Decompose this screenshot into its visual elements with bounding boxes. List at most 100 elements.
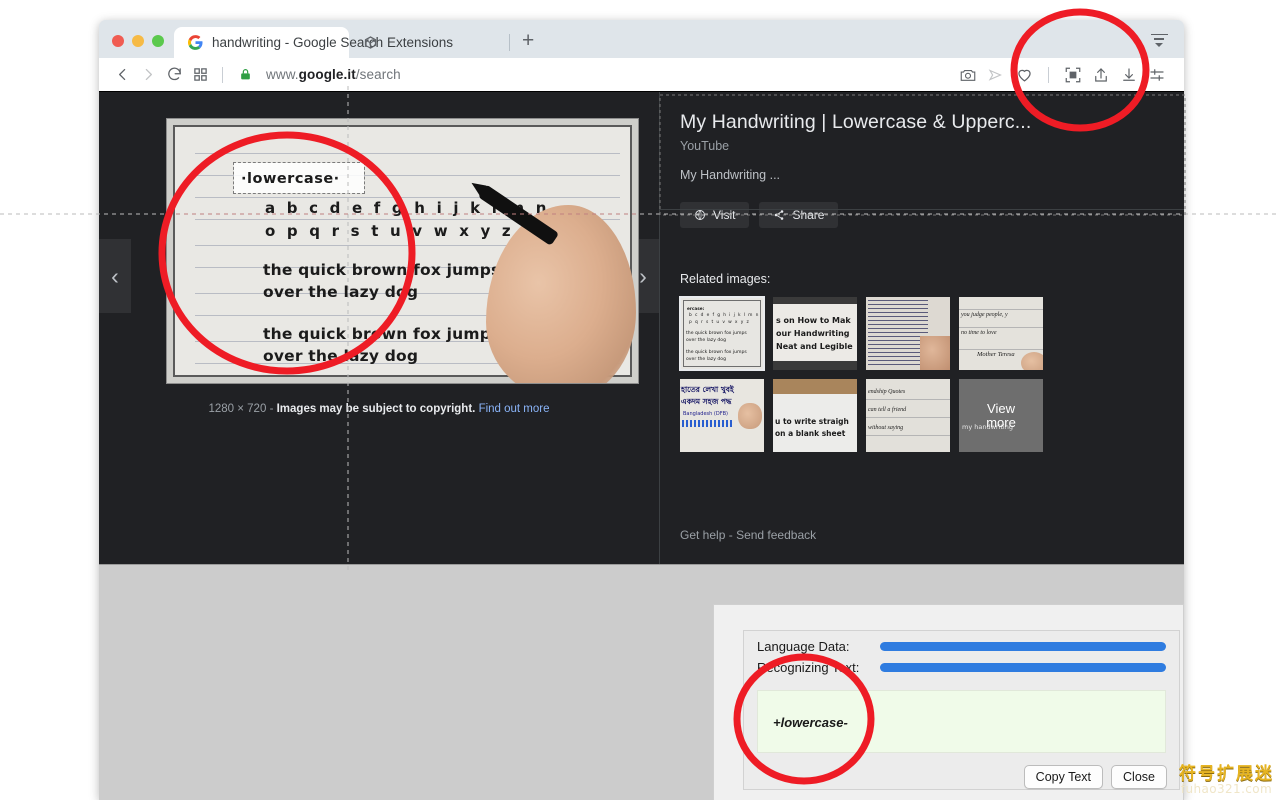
related-thumbnail-write-straight-blank-sheet[interactable]: u to write straigh on a blank sheet [773,379,857,452]
ocr-result-textarea[interactable]: +lowercase- [757,690,1166,753]
related-thumbnail-neat-legible-handwriting[interactable]: s on How to Mak our Handwriting Neat and… [773,297,857,370]
reload-icon[interactable] [161,62,187,88]
copy-text-button[interactable]: Copy Text [1024,765,1103,789]
visit-button[interactable]: Visit [680,202,749,228]
screenshot-capture-icon[interactable] [1060,62,1086,88]
thumb-line: no time to love [961,330,997,336]
previous-image-button[interactable]: ‹ [99,239,131,313]
related-thumbnail-dense-notes-page[interactable] [866,297,950,370]
thumb-line: b c d e f g h i j k l m n [689,313,759,318]
thumb-line: Mother Teresa [977,351,1015,358]
thumb-line: Neat and Legible [776,342,853,351]
viewer-info-pane: My Handwriting | Lowercase & Upperc... Y… [659,92,1184,564]
close-button[interactable]: Close [1111,765,1167,789]
share-nodes-icon [773,209,785,221]
minimize-window-button[interactable] [132,35,144,47]
share-button[interactable]: Share [759,202,838,228]
watermark: 符号扩展迷 fuhao321.com [1179,766,1274,796]
thumb-line: the quick brown fox jumps [686,331,747,336]
footer-separator: - [729,528,733,542]
image-alphabet-row-2: o p q r s t u v w x y z [265,222,514,240]
thumb-line: over the lazy dog [686,338,726,343]
thumb-line: ercase: [687,306,704,311]
back-chevron-icon[interactable] [109,62,135,88]
camera-icon[interactable] [955,62,981,88]
related-thumbnail-view-more[interactable]: my handwriting View more [959,379,1043,452]
address-bar[interactable]: www.google.it/search [266,67,401,82]
signature-pen-icon[interactable] [983,62,1009,88]
get-help-link[interactable]: Get help [680,528,725,542]
toolbar-divider [222,67,223,83]
window-controls[interactable] [99,35,174,58]
find-out-more-link[interactable]: Find out more [479,403,550,415]
related-images-heading: Related images: [680,272,1162,286]
forward-chevron-icon[interactable] [135,62,161,88]
result-subtitle: My Handwriting ... [680,168,1162,182]
google-logo-icon [188,35,203,50]
thumb-line: can tell a friend [868,407,906,413]
thumb-line: s on How to Mak [776,316,851,325]
maximize-window-button[interactable] [152,35,164,47]
heart-icon[interactable] [1011,62,1037,88]
thumb-line: endship Quotes [868,389,905,395]
dialog-buttons: Copy Text Close [744,753,1179,789]
related-thumbnail-cursive-mother-teresa-quote[interactable]: you judge people, y no time to love Moth… [959,297,1043,370]
share-label: Share [792,208,824,222]
thumb-line: u to write straigh [775,417,849,426]
hamburger-menu-icon[interactable] [1146,29,1172,51]
settings-sliders-icon[interactable] [1144,62,1170,88]
image-pangram-2-line-1: the quick brown fox jumps [263,325,500,343]
viewer-image-pane: ‹ › ·lowercase· [99,92,659,564]
send-feedback-link[interactable]: Send feedback [736,528,816,542]
result-title[interactable]: My Handwriting | Lowercase & Upperc... [680,110,1162,134]
result-actions: Visit Share [680,202,1162,228]
image-metadata: 1280 × 720 - Images may be subject to co… [99,403,659,415]
thumb-line: without saying [868,425,903,431]
related-images-grid: ercase: b c d e f g h i j k l m n p q r … [680,297,1162,452]
image-dimensions: 1280 × 720 [208,403,266,415]
close-window-button[interactable] [112,35,124,47]
extensions-box-icon [363,35,378,50]
handwriting-paper: ·lowercase· a b c d e f g h i j k l m n … [173,125,632,377]
padlock-icon[interactable] [232,62,258,88]
meta-separator: - [270,403,274,415]
view-more-line-2: more [986,416,1016,430]
thumb-line: over the lazy dog [686,357,726,362]
copyright-notice: Images may be subject to copyright. [277,403,476,415]
related-thumbnail-lowercase-alphabet-sheet[interactable]: ercase: b c d e f g h i j k l m n p q r … [680,297,764,370]
thumb-line: you judge people, y [961,312,1008,318]
progress-row-recognizing-text: Recognizing Text: [744,658,1179,677]
recognizing-text-progress-bar [880,663,1166,672]
ocr-dialog: Language Data: Recognizing Text: +lowerc… [743,630,1180,790]
visit-label: Visit [713,208,735,222]
image-pangram-2-line-2: over the lazy dog [263,347,418,365]
main-image[interactable]: ·lowercase· a b c d e f g h i j k l m n … [166,118,639,384]
image-pangram-1-line-2: over the lazy dog [263,283,418,301]
tab-divider [509,34,510,51]
info-divider [660,209,1184,210]
watermark-chinese: 符号扩展迷 [1179,766,1274,784]
google-images-viewer: ‹ › ·lowercase· [99,92,1184,564]
download-icon[interactable] [1116,62,1142,88]
tab-extensions[interactable]: Extensions [349,27,499,58]
tab-handwriting-google-search[interactable]: handwriting - Google Search [174,27,349,58]
share-upload-icon[interactable] [1088,62,1114,88]
image-heading-text: ·lowercase· [241,171,340,187]
toolbar-right-icons [955,62,1170,88]
tab-title: Extensions [387,35,453,50]
new-tab-button[interactable]: + [522,29,534,53]
tab-strip: handwriting - Google Search Extensions + [99,20,1184,58]
related-thumbnail-cursive-friendship-quote[interactable]: endship Quotes can tell a friend without… [866,379,950,452]
language-data-progress-bar [880,642,1166,651]
thumb-line: হাতের লেখা খুবই [681,385,734,397]
ocr-panel: Language Data: Recognizing Text: +lowerc… [713,604,1184,800]
url-prefix: www. [266,67,299,82]
related-thumbnail-bengali-handwriting-tips[interactable]: হাতের লেখা খুবই একদম সহজ পদ্ধ Bangladesh… [680,379,764,452]
thumb-line: Bangladesh (DFB) [683,411,728,417]
grid-apps-icon[interactable] [187,62,213,88]
browser-window: handwriting - Google Search Extensions + [99,20,1184,800]
url-domain: google.it [299,67,356,82]
recognized-text: +lowercase- [773,715,1165,730]
view-more-line-1: View [987,402,1015,416]
browser-toolbar: www.google.it/search [99,58,1184,92]
